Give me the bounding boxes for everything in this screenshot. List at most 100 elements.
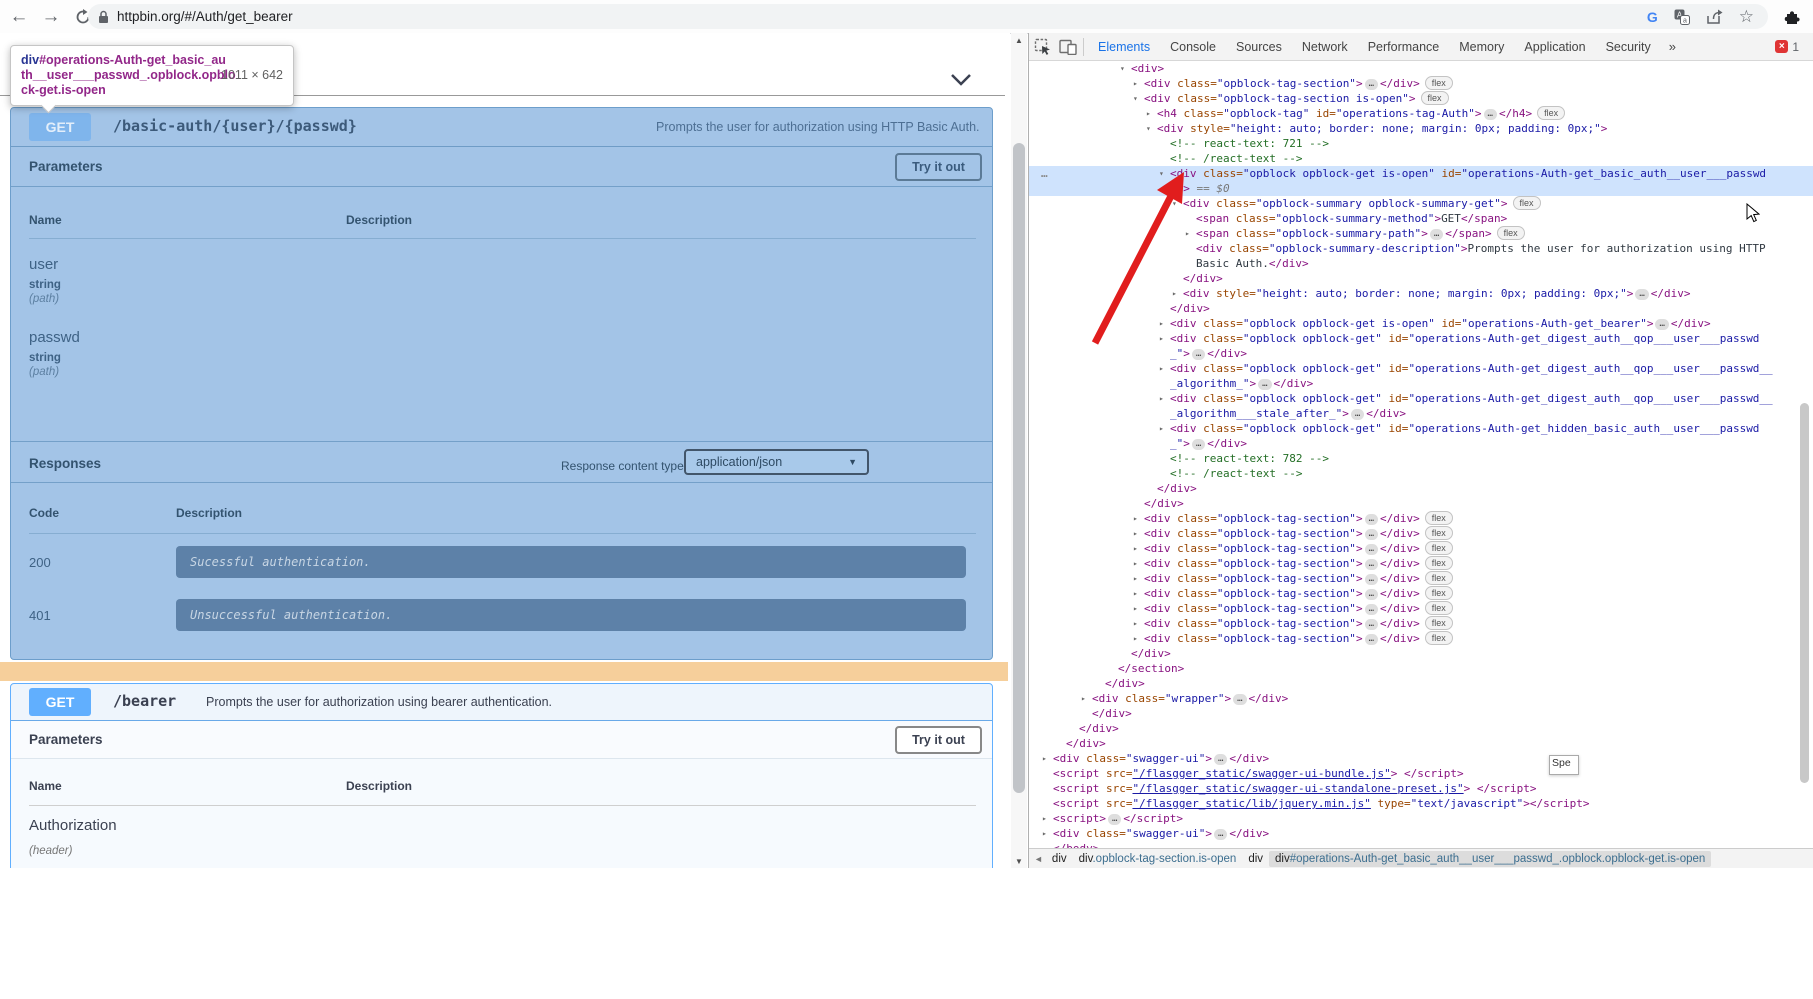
devtools-dom-node[interactable]: <script src="/flasgger_static/swagger-ui… [1029,766,1813,781]
devtools-dom-node[interactable]: ▸<div class="opblock-tag-section">…</div… [1029,526,1813,541]
scroll-down-icon[interactable]: ▼ [1011,854,1027,868]
expand-arrow-right-icon[interactable]: ▸ [1133,556,1144,571]
expand-arrow-right-icon[interactable]: ▸ [1081,691,1092,706]
devtools-dom-node[interactable]: ▸<div class="opblock-tag-section">…</div… [1029,631,1813,646]
expand-arrow-right-icon[interactable]: ▸ [1133,511,1144,526]
devtools-dom-node[interactable]: ▸<div class="swagger-ui">…</div> [1029,826,1813,841]
expand-arrow-right-icon[interactable]: ▸ [1133,571,1144,586]
ellipsis-expander[interactable]: … [1484,109,1497,120]
expand-arrow-down-icon[interactable]: ▾ [1133,91,1144,106]
scroll-up-icon[interactable]: ▲ [1011,33,1027,47]
parameter-row[interactable]: userstring(path) [29,256,61,305]
ellipsis-expander[interactable]: … [1214,829,1227,840]
flex-badge[interactable]: flex [1425,541,1453,555]
tab-elements[interactable]: Elements [1088,33,1160,60]
tab-console[interactable]: Console [1160,33,1226,60]
expand-arrow-right-icon[interactable]: ▸ [1133,586,1144,601]
opblock-bearer[interactable]: GET /bearer Prompts the user for authori… [10,683,993,868]
ellipsis-expander[interactable]: … [1365,634,1378,645]
tab-network[interactable]: Network [1292,33,1358,60]
devtools-dom-node[interactable]: ▾<div class="opblock-tag-section is-open… [1029,91,1813,106]
tab-security[interactable]: Security [1596,33,1661,60]
devtools-dom-node[interactable]: ▸<div class="opblock-tag-section">…</div… [1029,76,1813,91]
endpoint-path[interactable]: /basic-auth/{user}/{passwd} [113,117,357,135]
inspect-element-icon[interactable] [1029,36,1055,58]
devtools-dom-node[interactable]: _algorithm___stale_after_">…</div> [1029,406,1813,421]
endpoint-path[interactable]: /bearer [113,692,176,710]
devtools-dom-node[interactable]: </div> [1029,646,1813,661]
devtools-dom-node[interactable]: ▾<div> [1029,61,1813,76]
flex-badge[interactable]: flex [1425,76,1453,90]
bookmark-star-icon[interactable]: ☆ [1739,7,1754,27]
devtools-dom-node[interactable]: ▸<div class="opblock opblock-get" id="op… [1029,421,1813,436]
devtools-dom-node[interactable]: <script src="/flasgger_static/swagger-ui… [1029,781,1813,796]
expand-arrow-right-icon[interactable]: ▸ [1133,616,1144,631]
collapse-chevron-icon[interactable] [950,73,972,91]
flex-badge[interactable]: flex [1425,616,1453,630]
expand-arrow-down-icon[interactable]: ▾ [1120,61,1131,76]
tab-performance[interactable]: Performance [1358,33,1450,60]
devtools-dom-node[interactable]: ▸<div class="wrapper">…</div> [1029,691,1813,706]
opblock-basic-auth-header[interactable]: GET /basic-auth/{user}/{passwd} Prompts … [11,108,992,147]
ellipsis-expander[interactable]: … [1365,574,1378,585]
ellipsis-expander[interactable]: … [1365,619,1378,630]
devtools-dom-node[interactable]: _algorithm_">…</div> [1029,376,1813,391]
expand-arrow-right-icon[interactable]: ▸ [1159,391,1170,406]
url-bar[interactable]: httpbin.org/#/Auth/get_bearer G A a ☆ [88,4,1768,29]
expand-arrow-down-icon[interactable]: ▾ [1146,121,1157,136]
extensions-puzzle-icon[interactable] [1783,7,1801,30]
expand-arrow-right-icon[interactable]: ▸ [1133,541,1144,556]
flex-badge[interactable]: flex [1513,196,1541,210]
back-icon[interactable]: ← [6,4,32,30]
ellipsis-expander[interactable]: … [1233,694,1246,705]
ellipsis-expander[interactable]: … [1214,754,1227,765]
opblock-basic-auth[interactable]: GET /basic-auth/{user}/{passwd} Prompts … [10,107,993,660]
devtools-dom-node[interactable]: </div> [1029,496,1813,511]
devtools-dom-node[interactable]: ▸<div class="opblock-tag-section">…</div… [1029,601,1813,616]
ellipsis-expander[interactable]: … [1351,409,1364,420]
flex-badge[interactable]: flex [1425,556,1453,570]
ellipsis-expander[interactable]: … [1258,379,1271,390]
ellipsis-expander[interactable]: … [1365,79,1378,90]
ellipsis-expander[interactable]: … [1365,604,1378,615]
tab-application[interactable]: Application [1514,33,1595,60]
flex-badge[interactable]: flex [1425,601,1453,615]
breadcrumb-item[interactable]: div.opblock-tag-section.is-open [1073,851,1243,867]
parameter-row[interactable]: passwdstring(path) [29,329,80,378]
devtools-dom-node[interactable]: ▸<div class="opblock-tag-section">…</div… [1029,586,1813,601]
tab-memory[interactable]: Memory [1449,33,1514,60]
expand-arrow-right-icon[interactable]: ▸ [1042,811,1053,826]
devtools-dom-node[interactable]: ▸<div class="swagger-ui">…</div> [1029,751,1813,766]
flex-badge[interactable]: flex [1425,526,1453,540]
expand-arrow-right-icon[interactable]: ▸ [1146,106,1157,121]
flex-badge[interactable]: flex [1425,631,1453,645]
devtools-dom-node[interactable]: ▸<div class="opblock opblock-get" id="op… [1029,361,1813,376]
parameter-row[interactable]: Authorization(header) [29,817,117,857]
ellipsis-expander[interactable]: … [1365,544,1378,555]
devtools-dom-node[interactable]: ▸<div class="opblock-tag-section">…</div… [1029,556,1813,571]
expand-arrow-right-icon[interactable]: ▸ [1042,826,1053,841]
ellipsis-expander[interactable]: … [1365,559,1378,570]
page-scrollbar[interactable]: ▲ ▼ [1011,33,1027,868]
devtools-dom-node[interactable]: </body> [1029,841,1813,848]
breadcrumb-item[interactable]: div#operations-Auth-get_basic_auth__user… [1269,851,1711,867]
devtools-dom-node[interactable]: </div> [1029,481,1813,496]
flex-badge[interactable]: flex [1421,91,1449,105]
devtools-dom-node[interactable]: <!-- react-text: 721 --> [1029,136,1813,151]
device-toolbar-icon[interactable] [1055,36,1081,58]
devtools-dom-node[interactable]: </div> [1029,721,1813,736]
expand-arrow-right-icon[interactable]: ▸ [1133,631,1144,646]
devtools-dom-node[interactable]: </div> [1029,706,1813,721]
breadcrumb-item[interactable]: div [1046,851,1073,867]
breadcrumb-scroll-left-icon[interactable]: ◄ [1029,854,1046,864]
devtools-dom-node[interactable]: ▸<script>…</script> [1029,811,1813,826]
devtools-dom-node[interactable]: </section> [1029,661,1813,676]
expand-arrow-right-icon[interactable]: ▸ [1042,751,1053,766]
devtools-dom-node[interactable]: <!-- react-text: 782 --> [1029,451,1813,466]
forward-icon[interactable]: → [38,4,64,30]
tab-sources[interactable]: Sources [1226,33,1292,60]
translate-icon[interactable]: A a [1674,9,1690,25]
ellipsis-expander[interactable]: … [1365,589,1378,600]
content-type-select[interactable]: application/json ▼ [684,449,869,475]
google-icon[interactable]: G [1647,9,1658,25]
